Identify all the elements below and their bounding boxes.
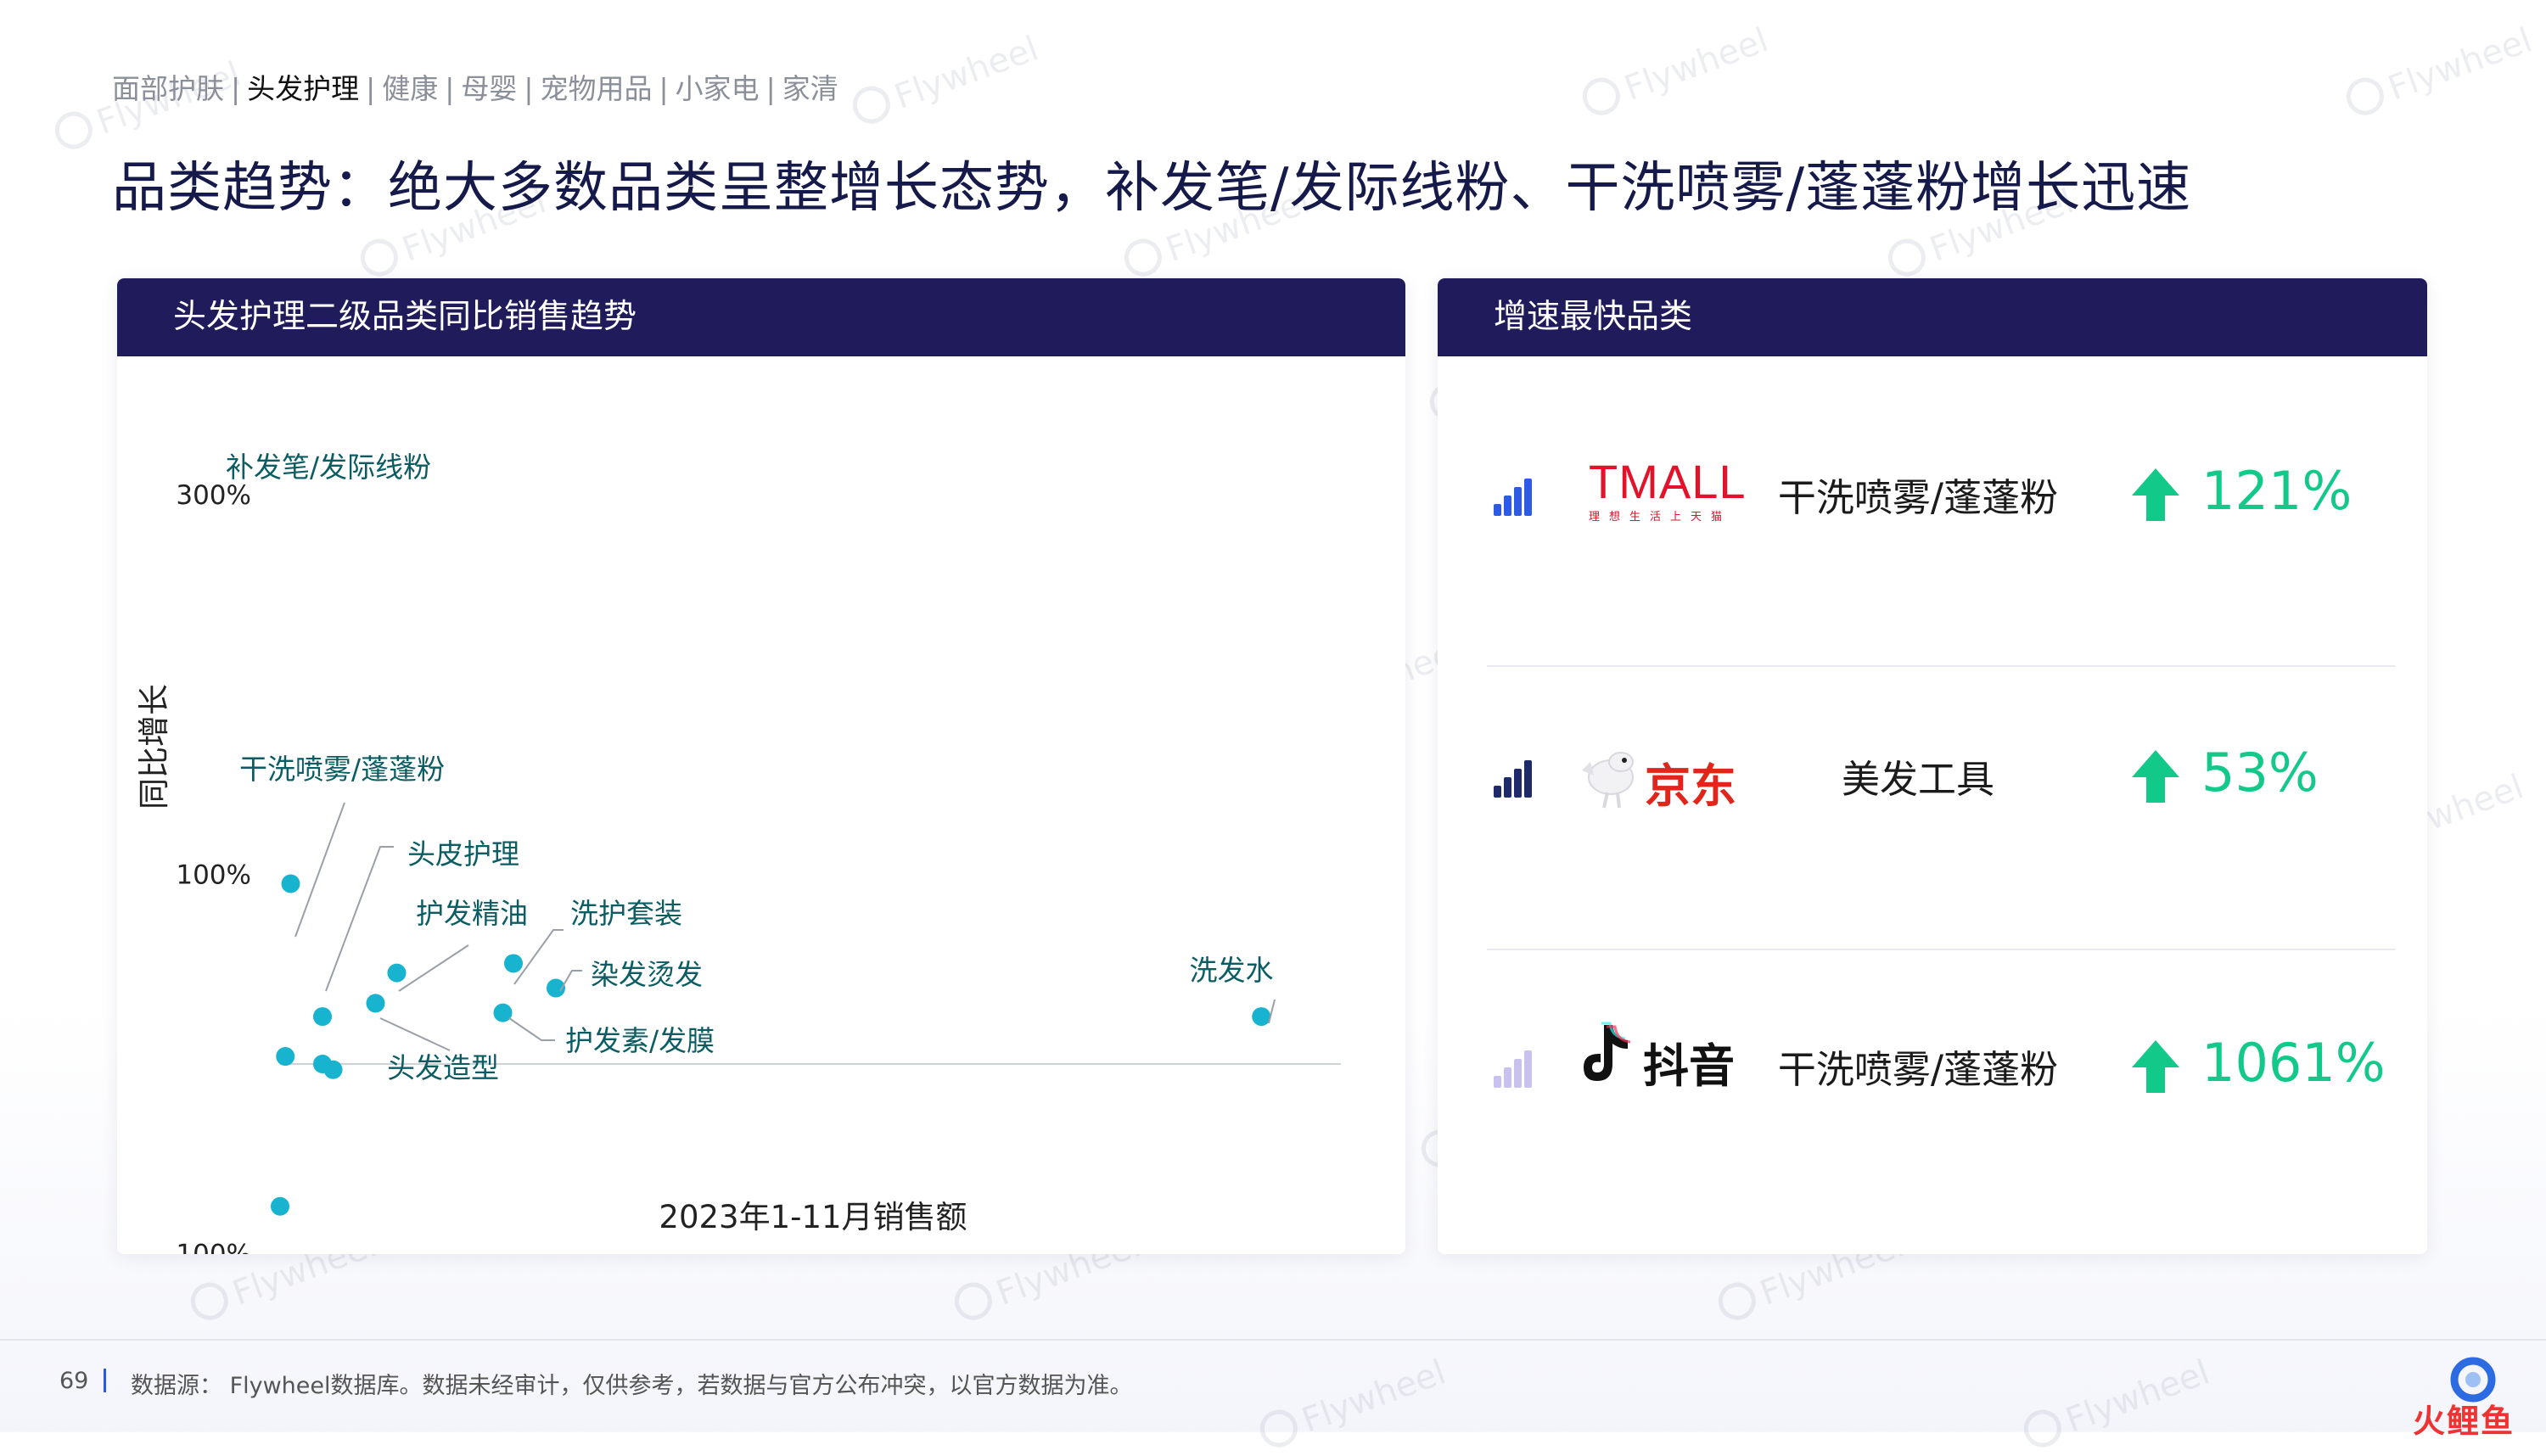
growth-row-douyin: 抖音 干洗喷雾/蓬蓬粉 1061%	[1438, 920, 2427, 1174]
tmall-logo-slogan: 理想生活上天猫	[1589, 511, 1732, 524]
y-axis-title: 同比增长	[136, 684, 172, 809]
data-label: 头皮护理	[407, 837, 519, 871]
data-point	[281, 874, 300, 893]
tmall-logo: TMALL 理想生活上天猫	[1589, 458, 1750, 526]
data-point	[366, 994, 385, 1013]
up-arrow-icon	[2132, 750, 2179, 803]
corner-logo-text: 火鲤鱼	[2412, 1403, 2515, 1440]
leader-line	[508, 1017, 555, 1041]
data-point-unlabeled	[271, 1196, 289, 1216]
nav-item-face-care[interactable]: 面部护肤	[112, 72, 224, 105]
leader-line	[398, 944, 469, 992]
data-label: 护发精油	[416, 897, 528, 930]
y-tick-label: 300%	[176, 480, 251, 511]
nav-item-mother-baby[interactable]: 母婴	[461, 72, 517, 105]
tmall-logo-text: TMALL	[1589, 455, 1747, 508]
watermark-text: Flywheel	[2019, 1351, 2214, 1455]
up-arrow-icon	[2132, 1040, 2179, 1093]
nav-item-home-cleaning[interactable]: 家清	[782, 72, 838, 105]
growth-category-name: 干洗喷雾/蓬蓬粉	[1777, 1047, 2059, 1092]
signal-bars-icon	[1494, 1050, 1541, 1088]
data-label: 洗护套装	[570, 897, 682, 930]
data-point	[504, 954, 523, 973]
y-tick-label: 100%	[176, 860, 251, 890]
growth-category-name: 干洗喷雾/蓬蓬粉	[1777, 475, 2059, 520]
nav-separator: |	[659, 72, 669, 105]
data-label: 染发烫发	[591, 958, 703, 991]
watermark-text: Flywheel	[1578, 19, 1773, 123]
data-label: 干洗喷雾/蓬蓬粉	[239, 753, 445, 786]
fastest-growth-panel: 增速最快品类 TMALL 理想生活上天猫 干洗喷雾/蓬蓬粉 121% 京东 美发…	[1438, 278, 2427, 1254]
signal-bars-icon	[1494, 479, 1541, 516]
growth-value: 53%	[2201, 742, 2319, 804]
data-point	[313, 1007, 332, 1027]
jd-logo-text: 京东	[1645, 759, 1736, 813]
growth-row-jd: 京东 美发工具 53%	[1438, 638, 2427, 893]
data-label: 头发造型	[387, 1051, 499, 1084]
leader-line	[513, 929, 564, 985]
watermark-text: Flywheel	[2341, 19, 2537, 123]
douyin-logo: 抖音	[1579, 1020, 1782, 1093]
growth-value: 1061%	[2201, 1032, 2386, 1094]
data-source-note: 数据源： Flywheel数据库。数据未经审计，仅供参考，若数据与官方公布冲突，…	[131, 1373, 1133, 1399]
watermark-text: Flywheel	[848, 27, 1043, 132]
data-label: 补发笔/发际线粉	[226, 451, 431, 484]
leader-line	[294, 802, 345, 938]
leader-line	[1268, 999, 1276, 1024]
jd-dog-icon	[1582, 752, 1634, 809]
growth-row-tmall: TMALL 理想生活上天猫 干洗喷雾/蓬蓬粉 121%	[1438, 356, 2427, 611]
scatter-chart: -100%100%300%500%0 B5 B10 B15 B20 B2023年…	[136, 451, 1341, 1254]
data-point-unlabeled	[323, 1060, 343, 1079]
signal-bars-icon	[1494, 760, 1541, 798]
leader-line	[325, 846, 394, 992]
nav-separator: |	[445, 72, 455, 105]
nav-separator: |	[231, 72, 241, 105]
leader-line	[379, 1017, 451, 1051]
growth-category-name: 美发工具	[1841, 757, 1994, 802]
nav-separator: |	[366, 72, 376, 105]
corner-brand-logo: 火鲤鱼	[2400, 1354, 2527, 1440]
sales-trend-panel: 头发护理二级品类同比销售趋势 -100%100%300%500%0 B5 B10…	[117, 278, 1405, 1254]
nav-item-small-appliance[interactable]: 小家电	[676, 72, 760, 105]
page-title: 品类趋势：绝大多数品类呈整增长态势，补发笔/发际线粉、干洗喷雾/蓬蓬粉增长迅速	[112, 157, 2192, 220]
data-label: 护发素/发膜	[565, 1024, 715, 1057]
page-number-bar	[104, 1369, 106, 1392]
data-point-unlabeled	[276, 1047, 295, 1067]
data-label: 洗发水	[1190, 954, 1274, 987]
douyin-logo-text: 抖音	[1643, 1039, 1735, 1093]
nav-item-pet[interactable]: 宠物用品	[541, 72, 653, 105]
nav-separator: |	[524, 72, 534, 105]
douyin-note-icon	[1584, 1022, 1631, 1081]
footer-divider	[0, 1339, 2546, 1341]
growth-value: 121%	[2201, 460, 2353, 522]
jd-logo: 京东	[1573, 736, 1760, 813]
nav-item-health[interactable]: 健康	[382, 72, 438, 105]
fastest-growth-panel-header: 增速最快品类	[1438, 278, 2427, 356]
nav-separator: |	[765, 72, 776, 105]
x-axis-title: 2023年1-11月销售额	[659, 1199, 967, 1235]
category-nav: 面部护肤 | 头发护理 | 健康 | 母婴 | 宠物用品 | 小家电 | 家清	[112, 66, 838, 107]
sales-trend-panel-header: 头发护理二级品类同比销售趋势	[117, 278, 1405, 356]
nav-item-hair-care[interactable]: 头发护理	[247, 72, 359, 105]
up-arrow-icon	[2132, 468, 2179, 521]
data-point	[387, 963, 407, 983]
watermark-text: Flywheel	[1255, 1351, 1450, 1455]
data-point	[1252, 1007, 1271, 1027]
y-tick-label: -100%	[166, 1240, 251, 1254]
page-number: 69	[59, 1368, 89, 1394]
